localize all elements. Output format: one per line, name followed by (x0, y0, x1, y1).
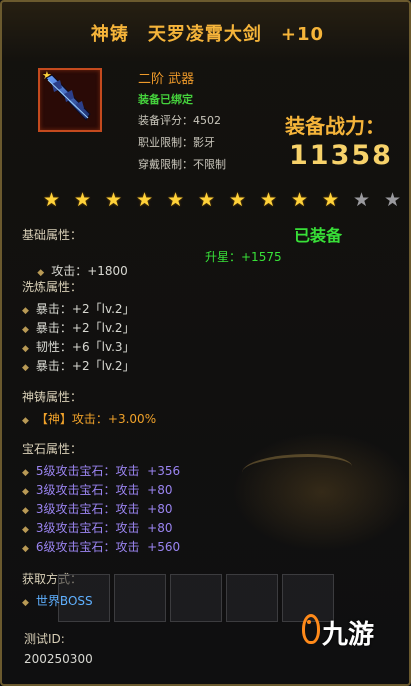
bullet-icon: ◆ (22, 544, 29, 554)
gem-attributes-header: 宝石属性： (22, 442, 83, 456)
bullet-icon: ◆ (22, 525, 29, 535)
empty-slot (170, 574, 222, 622)
bullet-icon: ◆ (22, 306, 29, 316)
wear-limit: 穿戴限制：不限制 (138, 158, 226, 171)
bullet-icon: ◆ (22, 344, 29, 354)
watermark-logo-icon (302, 614, 320, 644)
empty-slot (114, 574, 166, 622)
item-icon-slot[interactable]: ★ (38, 68, 102, 132)
gem-row: ◆ 5级攻击宝石：攻击 +356 (22, 464, 181, 478)
star-empty-icon: ★ (352, 189, 371, 211)
item-tier: 二阶 武器 (138, 72, 195, 87)
gem-row: ◆ 3级攻击宝石：攻击 +80 (22, 502, 173, 516)
bullet-icon: ◆ (37, 268, 45, 278)
star-filled-icon: ★ (321, 189, 340, 211)
refine-row: ◆ 暴击：+2「lv.2」 (22, 359, 135, 373)
bullet-icon: ◆ (22, 487, 29, 497)
background-decoration (232, 432, 411, 552)
star-filled-icon: ★ (259, 189, 278, 211)
bound-status: 装备已绑定 (138, 93, 193, 106)
refine-attributes-header: 洗炼属性： (22, 280, 83, 294)
watermark-text: 九游 (322, 620, 375, 650)
gem-row: ◆ 3级攻击宝石：攻击 +80 (22, 521, 173, 535)
forge-attributes-header: 神铸属性： (22, 390, 83, 404)
star-filled-icon: ★ (104, 189, 123, 211)
equipment-score: 装备评分：4502 (138, 114, 221, 127)
power-label: 装备战力： (285, 114, 385, 138)
test-id-label: 测试ID: (24, 632, 65, 646)
star-filled-icon: ★ (135, 189, 154, 211)
star-filled-icon: ★ (42, 189, 61, 211)
forge-row: ◆ 【神】攻击：+3.00% (22, 412, 157, 426)
star-filled-icon: ★ (228, 189, 247, 211)
sword-icon (45, 74, 91, 121)
bullet-icon: ◆ (22, 363, 29, 373)
gem-row: ◆ 3级攻击宝石：攻击 +80 (22, 483, 173, 497)
star-filled-icon: ★ (197, 189, 216, 211)
refine-row: ◆ 暴击：+2「lv.2」 (22, 321, 135, 335)
item-info: 二阶 武器 装备已绑定 装备评分：4502 职业限制：影牙 穿戴限制：不限制 (138, 68, 226, 178)
gem-row: ◆ 6级攻击宝石：攻击 +560 (22, 540, 181, 554)
base-attributes-header: 基础属性： (22, 228, 83, 242)
obtain-row: ◆ 世界BOSS (22, 594, 93, 608)
star-filled-icon: ★ (166, 189, 185, 211)
empty-slot (226, 574, 278, 622)
upgrade-bonus: 升星：+1575 (205, 250, 282, 264)
equipment-tooltip-panel: 神铸 天罗凌霄大剑 +10 ★ 二阶 武器 装备已绑定 装备评分：4502 职业… (0, 0, 411, 686)
item-title: 神铸 天罗凌霄大剑 +10 (90, 24, 325, 45)
bullet-icon: ◆ (22, 468, 29, 478)
class-limit: 职业限制：影牙 (138, 136, 215, 149)
test-id-value: 200250300 (24, 652, 93, 666)
power-value: 11358 (289, 140, 393, 171)
star-filled-icon: ★ (73, 189, 92, 211)
star-rating: ★ ★ ★ ★ ★ ★ ★ ★ ★ ★ ★ ★ (36, 189, 408, 211)
equipped-status: 已装备 (294, 226, 343, 245)
bullet-icon: ◆ (22, 325, 29, 335)
star-empty-icon: ★ (383, 189, 402, 211)
refine-row: ◆ 暴击：+2「lv.2」 (22, 302, 135, 316)
refine-row: ◆ 韧性：+6「lv.3」 (22, 340, 135, 354)
bullet-icon: ◆ (22, 598, 29, 608)
base-attack: 攻击：+1800 (51, 264, 128, 278)
star-filled-icon: ★ (290, 189, 309, 211)
bullet-icon: ◆ (22, 416, 29, 426)
bullet-icon: ◆ (22, 506, 29, 516)
